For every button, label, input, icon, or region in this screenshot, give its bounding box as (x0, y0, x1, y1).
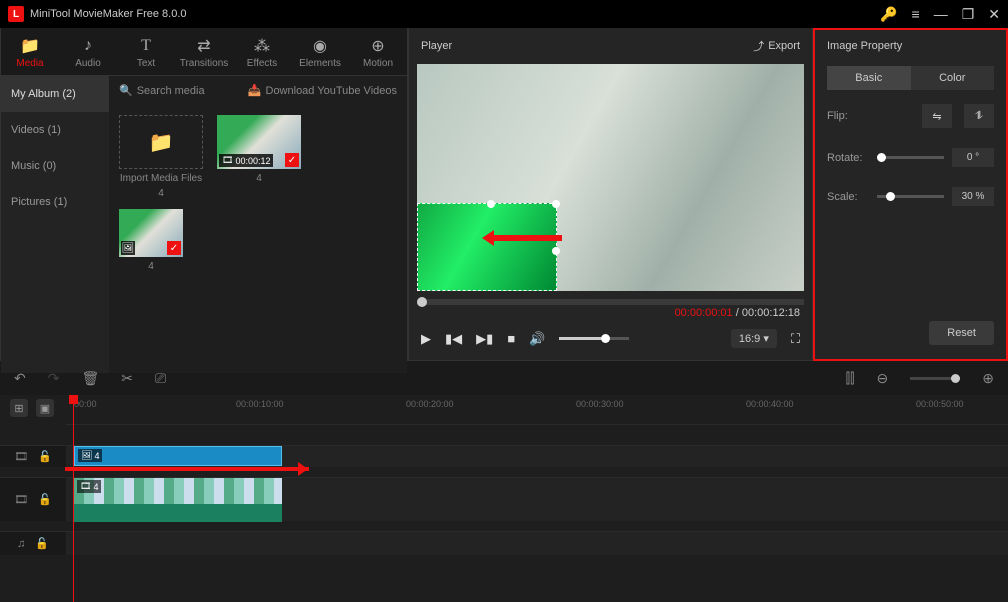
rotate-value[interactable]: 0 ° (952, 148, 994, 167)
time-total: / 00:00:12:18 (736, 307, 800, 319)
effects-icon: ⁂ (233, 36, 291, 56)
scale-label: Scale: (827, 191, 869, 203)
volume-icon[interactable]: 🔊 (529, 331, 545, 347)
film-icon: 🎞 (14, 450, 28, 463)
elements-icon: ◉ (291, 36, 349, 56)
sidebar-item-pictures[interactable]: Pictures (1) (1, 184, 109, 220)
scale-slider[interactable] (877, 195, 944, 198)
key-icon[interactable]: 🔑 (880, 6, 897, 23)
player-title: Player (421, 40, 452, 52)
minimize-button[interactable]: — (934, 6, 948, 22)
player-viewport[interactable] (417, 64, 804, 291)
lock-icon[interactable]: 🔓 (38, 493, 52, 506)
search-input[interactable]: 🔍 Search media (119, 84, 205, 97)
import-media-button[interactable]: 📁 Import Media Files 4 (119, 115, 203, 199)
play-button[interactable]: ▶ (421, 331, 431, 347)
music-icon: ♫ (17, 538, 25, 550)
rotate-slider[interactable] (877, 156, 944, 159)
flip-label: Flip: (827, 110, 869, 122)
tab-color[interactable]: Color (911, 66, 995, 90)
export-icon: ⤴ (753, 38, 764, 54)
transitions-icon: ⇄ (175, 36, 233, 56)
zoom-out-button[interactable]: ⊖ (877, 370, 889, 387)
playhead[interactable] (73, 395, 74, 602)
image-icon: 🖼 (81, 450, 92, 461)
delete-button[interactable]: 🗑 (81, 370, 99, 387)
video-clip[interactable]: 🎞4 (74, 478, 282, 522)
property-title: Image Property (815, 30, 1006, 62)
media-item-video[interactable]: 🎞00:00:12 ✓ 4 (217, 115, 301, 199)
time-current: 00:00:00:01 (675, 307, 733, 319)
tab-media[interactable]: 📁Media (1, 28, 59, 75)
film-icon: 🎞 (14, 493, 28, 506)
scale-value[interactable]: 30 % (952, 187, 994, 206)
next-button[interactable]: ▶▮ (476, 331, 493, 347)
collapse-button[interactable]: ▣ (36, 399, 54, 417)
film-icon: 🎞 (222, 155, 233, 166)
search-icon: 🔍 (119, 84, 133, 97)
sidebar-item-myalbum[interactable]: My Album (2) (1, 76, 109, 112)
folder-icon: 📁 (149, 130, 174, 155)
lock-icon[interactable]: 🔓 (35, 537, 49, 550)
overlay-clip[interactable]: 🖼4 (74, 446, 282, 466)
lock-icon[interactable]: 🔓 (38, 450, 52, 463)
image-icon: 🖼 (121, 241, 135, 255)
zoom-in-button[interactable]: ⊕ (982, 370, 994, 387)
timeline-ruler[interactable]: 00:00 00:00:10:00 00:00:20:00 00:00:30:0… (66, 395, 1008, 425)
app-title: MiniTool MovieMaker Free 8.0.0 (30, 8, 880, 20)
aspect-select[interactable]: 16:9 ▾ (731, 329, 777, 348)
export-button[interactable]: ⤴ Export (753, 38, 800, 54)
download-youtube-link[interactable]: 📥 Download YouTube Videos (248, 84, 397, 97)
undo-button[interactable]: ↶ (14, 370, 26, 387)
motion-icon: ⊕ (349, 36, 407, 56)
check-icon: ✓ (285, 153, 299, 167)
tab-transitions[interactable]: ⇄Transitions (175, 28, 233, 75)
flip-vertical-button[interactable]: ⥮ (964, 104, 994, 128)
tab-audio[interactable]: ♪Audio (59, 28, 117, 75)
redo-button[interactable]: ↷ (48, 370, 60, 387)
stop-button[interactable]: ■ (507, 331, 515, 346)
tab-text[interactable]: TText (117, 28, 175, 75)
download-icon: 📥 (248, 84, 262, 97)
app-logo-icon: L (8, 6, 24, 22)
folder-icon: 📁 (1, 36, 59, 56)
rotate-label: Rotate: (827, 152, 869, 164)
audio-icon: ♪ (59, 36, 117, 56)
flip-horizontal-button[interactable]: ⇋ (922, 104, 952, 128)
close-button[interactable]: ✕ (988, 6, 1000, 23)
player-progress-bar[interactable] (417, 299, 804, 305)
annotation-arrow (482, 230, 562, 246)
tab-basic[interactable]: Basic (827, 66, 911, 90)
check-icon: ✓ (167, 241, 181, 255)
fullscreen-button[interactable]: ⛶ (791, 331, 800, 347)
chevron-down-icon: ▾ (763, 333, 769, 345)
text-icon: T (117, 36, 175, 56)
sidebar-item-videos[interactable]: Videos (1) (1, 112, 109, 148)
menu-icon[interactable]: ≡ (912, 6, 920, 22)
pip-overlay[interactable] (417, 203, 557, 291)
tab-effects[interactable]: ⁂Effects (233, 28, 291, 75)
tab-elements[interactable]: ◉Elements (291, 28, 349, 75)
add-track-button[interactable]: ⊞ (10, 399, 28, 417)
sidebar-item-music[interactable]: Music (0) (1, 148, 109, 184)
tab-motion[interactable]: ⊕Motion (349, 28, 407, 75)
marker-button[interactable]: ⫿⫿ (846, 370, 855, 387)
media-item-picture[interactable]: 🖼 ✓ 4 (119, 209, 183, 272)
maximize-button[interactable]: ❐ (962, 6, 975, 23)
film-icon: 🎞 (80, 481, 91, 492)
reset-button[interactable]: Reset (929, 321, 994, 345)
zoom-slider[interactable] (910, 377, 960, 380)
volume-slider[interactable] (559, 337, 629, 340)
prev-button[interactable]: ▮◀ (445, 331, 462, 347)
